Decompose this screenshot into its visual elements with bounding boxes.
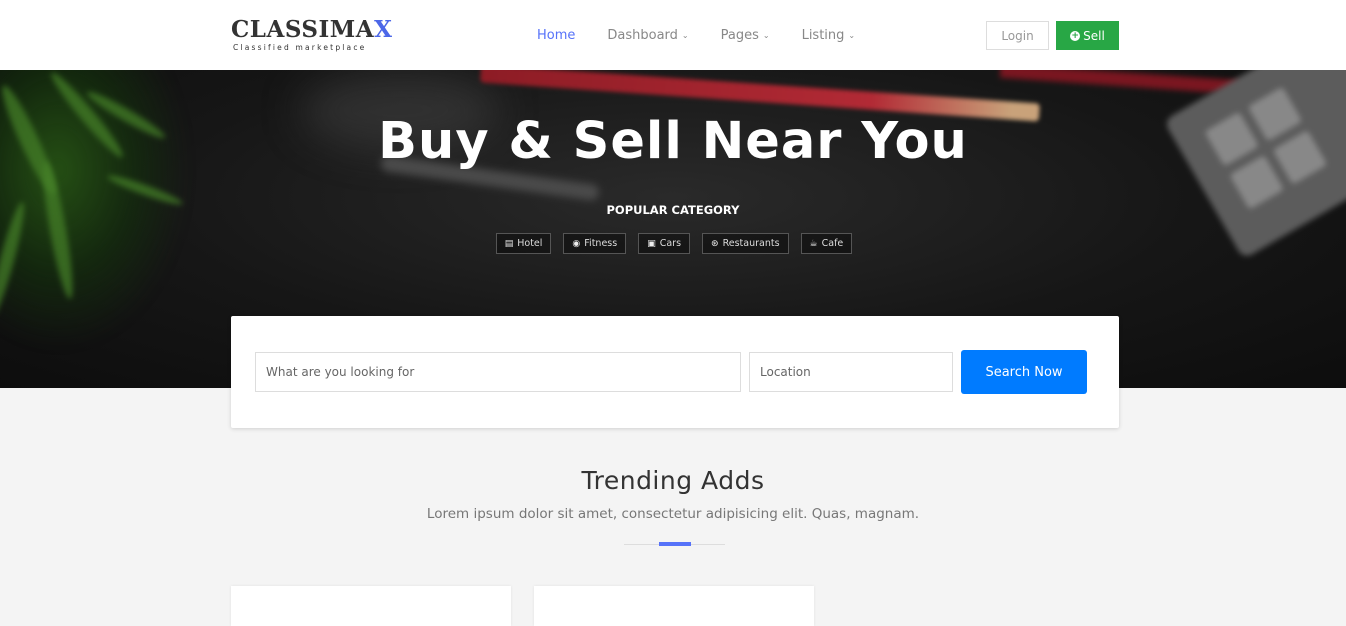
section-title: Trending Adds (581, 466, 765, 495)
sell-button-label: Sell (1083, 28, 1105, 43)
logo-main-text: CLASSIMA (231, 16, 375, 43)
chevron-down-icon: ⌄ (681, 30, 689, 40)
nav-item-label: Home (537, 27, 576, 43)
category-label: Fitness (584, 238, 618, 249)
category-fitness[interactable]: ◉ Fitness (563, 233, 627, 254)
compass-icon: ◉ (572, 238, 581, 249)
navbar: CLASSIMAX Classified marketplace Home Da… (0, 0, 1346, 70)
nav-item-label: Pages (720, 27, 759, 43)
search-now-button[interactable]: Search Now (961, 350, 1087, 394)
nav-item-home[interactable]: Home (537, 28, 575, 43)
car-icon: ▣ (647, 238, 656, 249)
coffee-icon: ☕ (809, 238, 818, 249)
search-input[interactable]: What are you looking for (255, 352, 741, 392)
logo[interactable]: CLASSIMAX Classified marketplace (231, 18, 392, 53)
logo-tagline: Classified marketplace (233, 43, 367, 52)
chevron-down-icon: ⌄ (762, 30, 770, 40)
category-cars[interactable]: ▣ Cars (638, 233, 691, 254)
category-label: Restaurants (722, 238, 780, 249)
background-pencil (999, 70, 1241, 95)
category-label: Hotel (517, 238, 543, 249)
section-divider-accent (659, 542, 691, 546)
category-restaurants[interactable]: ⊛ Restaurants (702, 233, 789, 254)
logo-accent-text: X (374, 16, 393, 43)
category-label: Cafe (821, 238, 844, 249)
plus-circle-icon: + (1070, 30, 1081, 41)
nav-item-listing[interactable]: Listing ⌄ (802, 28, 856, 43)
category-cafe[interactable]: ☕ Cafe (800, 233, 853, 254)
ad-card[interactable] (534, 586, 814, 626)
nav-item-dashboard[interactable]: Dashboard ⌄ (607, 28, 688, 43)
login-button[interactable]: Login (986, 21, 1049, 50)
nav-item-label: Dashboard (607, 27, 678, 43)
category-hotel[interactable]: ▤ Hotel (495, 233, 552, 254)
nav-menu: Home Dashboard ⌄ Pages ⌄ Listing ⌄ (537, 0, 887, 70)
category-list: ▤ Hotel ◉ Fitness ▣ Cars ⊛ Restaurants ☕ Cafe (0, 233, 1346, 254)
nav-item-pages[interactable]: Pages ⌄ (721, 28, 770, 43)
sell-button[interactable]: + Sell (1056, 21, 1119, 50)
bed-icon: ▤ (504, 238, 514, 249)
chevron-down-icon: ⌄ (848, 30, 856, 40)
ad-card[interactable] (231, 586, 511, 626)
category-label: Cars (659, 238, 682, 249)
logo-text: CLASSIMAX (231, 18, 392, 42)
popular-category-label: POPULAR CATEGORY (606, 203, 740, 217)
hero-title: Buy & Sell Near You (378, 112, 968, 171)
cutlery-icon: ⊛ (711, 238, 719, 249)
nav-item-label: Listing (801, 27, 845, 43)
location-input[interactable]: Location (749, 352, 953, 392)
search-panel: What are you looking for Location Search… (231, 316, 1119, 428)
section-subtitle: Lorem ipsum dolor sit amet, consectetur … (426, 506, 920, 522)
